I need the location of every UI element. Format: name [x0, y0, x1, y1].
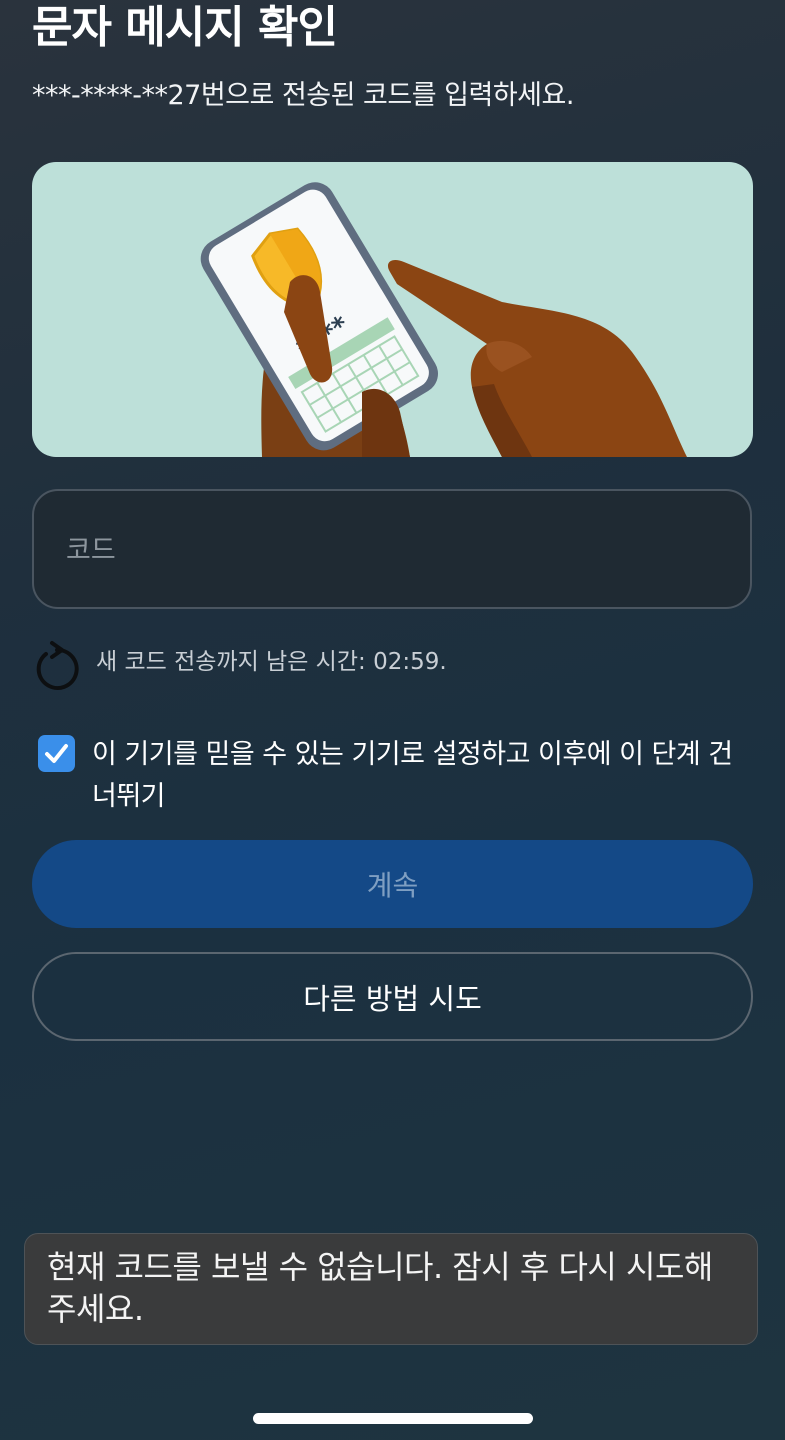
code-input[interactable]	[64, 491, 718, 609]
illustration-graphic: ****	[200, 182, 687, 457]
refresh-icon	[36, 641, 79, 690]
continue-button-label: 계속	[366, 869, 419, 902]
error-toast: 현재 코드를 보낼 수 없습니다. 잠시 후 다시 시도해 주세요.	[24, 1233, 758, 1345]
code-field[interactable]	[32, 489, 752, 609]
page-title: 문자 메시지 확인	[32, 2, 338, 53]
try-another-method-label: 다른 방법 시도	[303, 981, 482, 1016]
trust-device-label[interactable]: 이 기기를 믿을 수 있는 기기로 설정하고 이후에 이 단계 건너뛰기	[92, 734, 742, 818]
try-another-method-button[interactable]: 다른 방법 시도	[32, 952, 753, 1041]
phone-security-illustration: ****	[32, 162, 753, 457]
continue-button[interactable]: 계속	[32, 840, 753, 928]
page-subtitle: ***-****-**27번으로 전송된 코드를 입력하세요.	[32, 80, 574, 111]
home-indicator[interactable]	[253, 1413, 533, 1424]
trust-device-checkbox[interactable]	[38, 735, 75, 772]
resend-timer-text: 새 코드 전송까지 남은 시간: 02:59.	[96, 649, 447, 675]
toast-message: 현재 코드를 보낼 수 없습니다. 잠시 후 다시 시도해 주세요.	[47, 1248, 713, 1328]
checkmark-icon	[45, 744, 68, 763]
